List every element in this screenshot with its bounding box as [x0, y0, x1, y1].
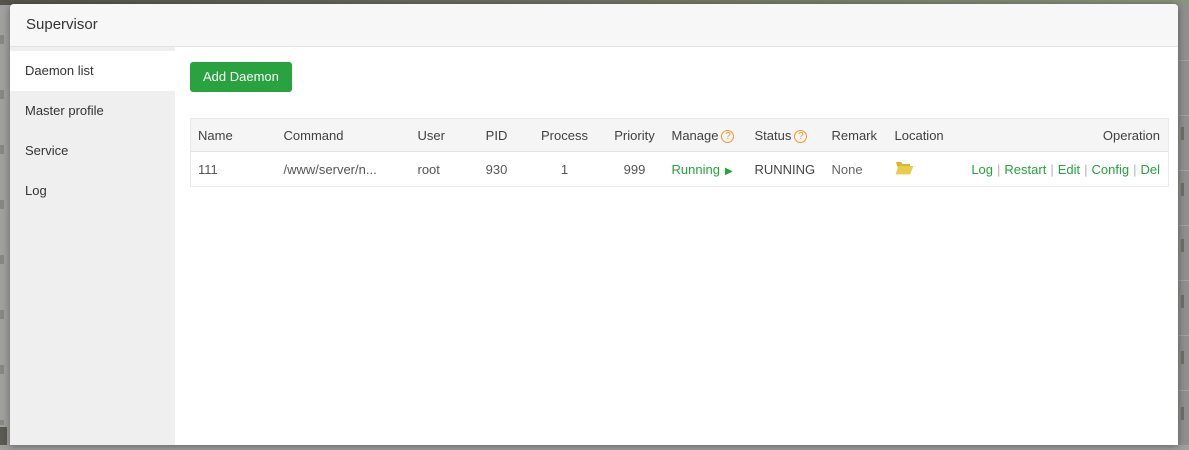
- folder-open-icon[interactable]: [895, 161, 914, 178]
- modal-header: Supervisor: [10, 4, 1178, 47]
- column-header-pid: PID: [468, 118, 525, 152]
- column-header-remark: Remark: [824, 118, 888, 152]
- cell-priority: 999: [604, 151, 665, 187]
- sidebar-item-label: Log: [25, 183, 47, 198]
- page-backdrop-left: [0, 5, 10, 445]
- column-header-command: Command: [276, 118, 411, 152]
- supervisor-modal: Supervisor Daemon list Master profile Se…: [10, 4, 1178, 445]
- cell-manage: Running ▶: [664, 151, 748, 187]
- op-link-restart[interactable]: Restart: [1004, 162, 1046, 177]
- daemon-table: Name Command User PID Process Priority M…: [190, 118, 1169, 187]
- cell-process: 1: [524, 151, 605, 187]
- status-value: RUNNING: [754, 161, 816, 177]
- op-separator: |: [997, 161, 1001, 177]
- cell-location: [887, 151, 962, 187]
- sidebar-item-service[interactable]: Service: [10, 131, 175, 171]
- table-header-row: Name Command User PID Process Priority M…: [190, 118, 1169, 152]
- op-link-del[interactable]: Del: [1140, 162, 1160, 177]
- cell-status: RUNNING: [747, 151, 825, 187]
- column-header-status-label: Status: [754, 127, 792, 143]
- column-header-process: Process: [524, 118, 605, 152]
- modal-body: Daemon list Master profile Service Log A…: [10, 47, 1178, 445]
- manage-help-icon[interactable]: ?: [721, 129, 735, 143]
- op-separator: |: [1133, 161, 1137, 177]
- cell-name: 111: [190, 151, 277, 187]
- column-header-manage-label: Manage: [671, 127, 719, 143]
- column-header-operation: Operation: [961, 118, 1169, 152]
- sidebar: Daemon list Master profile Service Log: [10, 47, 175, 445]
- column-header-user: User: [410, 118, 469, 152]
- column-header-priority: Priority: [604, 118, 665, 152]
- status-help-icon[interactable]: ?: [794, 129, 808, 143]
- op-separator: |: [1084, 161, 1088, 177]
- sidebar-item-label: Service: [25, 143, 69, 158]
- remark-value: None: [831, 161, 863, 177]
- cell-command: /www/server/n...: [276, 151, 411, 187]
- play-icon[interactable]: ▶: [725, 166, 733, 177]
- daemon-list-panel: Add Daemon Name Command User PID Process: [175, 47, 1178, 445]
- column-header-name: Name: [190, 118, 277, 152]
- column-header-status: Status?: [747, 118, 825, 152]
- cell-user: root: [410, 151, 469, 187]
- op-separator: |: [1050, 161, 1054, 177]
- cell-pid: 930: [468, 151, 525, 187]
- sidebar-item-master-profile[interactable]: Master profile: [10, 91, 175, 131]
- add-daemon-button[interactable]: Add Daemon: [190, 62, 292, 92]
- op-link-config[interactable]: Config: [1092, 162, 1130, 177]
- sidebar-item-daemon-list[interactable]: Daemon list: [10, 51, 175, 91]
- sidebar-item-log[interactable]: Log: [10, 171, 175, 211]
- sidebar-item-label: Master profile: [25, 103, 104, 118]
- page-backdrop-right: [1178, 5, 1189, 450]
- column-header-location: Location: [887, 118, 962, 152]
- sidebar-item-label: Daemon list: [25, 63, 94, 78]
- table-row: 111 /www/server/n... root 930 1 999 Runn…: [190, 151, 1169, 187]
- column-header-manage: Manage?: [664, 118, 748, 152]
- op-link-edit[interactable]: Edit: [1058, 162, 1080, 177]
- op-link-log[interactable]: Log: [971, 162, 993, 177]
- cell-remark: None: [824, 151, 888, 187]
- modal-title: Supervisor: [26, 16, 98, 33]
- cell-operation: Log | Restart | Edit | Config | Del: [961, 151, 1169, 187]
- manage-running-toggle[interactable]: Running: [672, 162, 720, 177]
- toolbar: Add Daemon: [190, 62, 1178, 92]
